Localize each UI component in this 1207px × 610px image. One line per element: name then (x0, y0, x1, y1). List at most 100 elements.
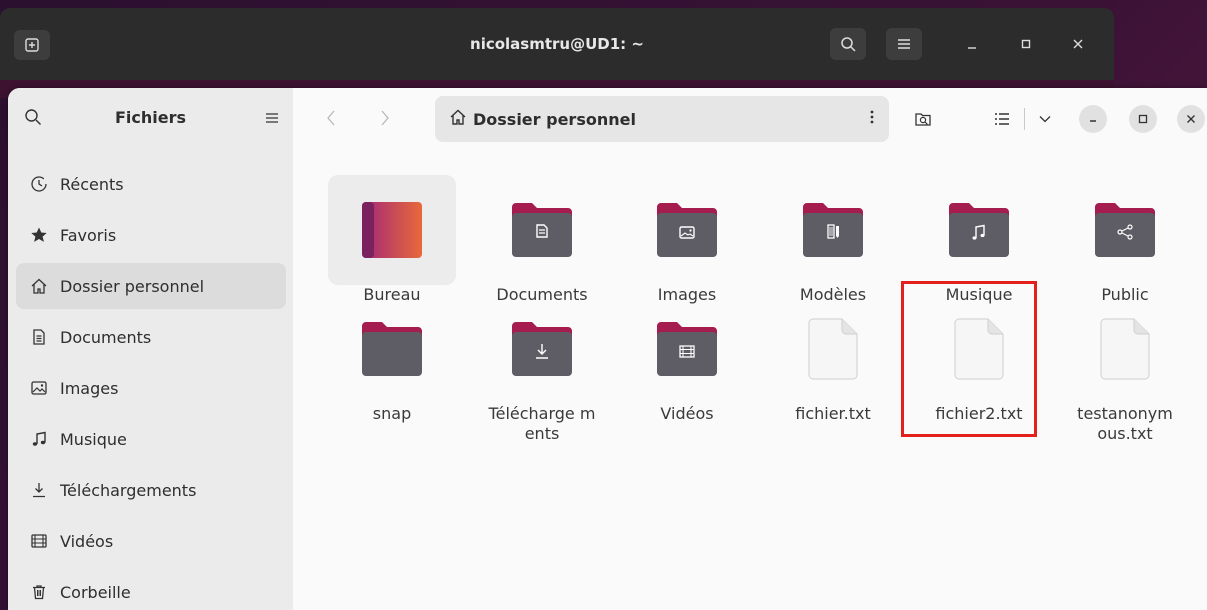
terminal-search-button[interactable] (830, 28, 866, 60)
chevron-down-icon (1039, 116, 1051, 123)
file-item-icon-wrap (478, 175, 606, 285)
star-icon (28, 224, 50, 246)
sidebar-item-musique[interactable]: Musique (16, 416, 286, 462)
home-icon (28, 275, 50, 297)
forward-button[interactable] (373, 106, 397, 130)
hamburger-menu-icon (266, 113, 278, 123)
text-file-icon (808, 318, 858, 380)
file-item-musique[interactable]: Musique (915, 175, 1043, 305)
sidebar-item-favoris[interactable]: Favoris (16, 212, 286, 258)
current-location-label: Dossier personnel (473, 109, 636, 129)
app-title: Fichiers (114, 108, 187, 127)
sidebar-item-documents[interactable]: Documents (16, 314, 286, 360)
terminal-menu-button[interactable] (886, 28, 922, 60)
file-item-icon-wrap (1061, 294, 1189, 404)
file-item-bureau[interactable]: Bureau (328, 175, 456, 305)
sidebar-item-telechargements[interactable]: Téléchargements (16, 467, 286, 513)
back-button[interactable] (319, 106, 343, 130)
close-icon (1073, 39, 1083, 49)
file-item-images[interactable]: Images (623, 175, 751, 305)
minimize-button[interactable] (1079, 105, 1107, 133)
file-item-snap[interactable]: snap (328, 294, 456, 424)
new-tab-icon (25, 38, 39, 52)
file-item-videos[interactable]: Vidéos (623, 294, 751, 424)
file-item-public[interactable]: Public (1061, 175, 1189, 305)
minimize-icon (1090, 120, 1096, 122)
file-item-icon-wrap (769, 175, 897, 285)
sidebar-item-images[interactable]: Images (16, 365, 286, 411)
sidebar-item-label: Récents (60, 174, 124, 194)
sidebar-item-videos[interactable]: Vidéos (16, 518, 286, 564)
file-item-documents[interactable]: Documents (478, 175, 606, 305)
music-folder-icon (949, 203, 1009, 257)
close-icon (1187, 115, 1195, 123)
toolbar-divider (1024, 108, 1025, 130)
desktop-folder-icon (362, 202, 422, 258)
file-item-fichier-txt[interactable]: fichier.txt (769, 294, 897, 424)
sidebar-item-label: Documents (60, 327, 152, 347)
file-item-modeles[interactable]: Modèles (769, 175, 897, 305)
file-item-label: testanonym ous.txt (1077, 404, 1173, 443)
chevron-left-icon (327, 110, 335, 126)
new-tab-button[interactable] (14, 30, 50, 60)
view-options-button[interactable] (1030, 104, 1060, 134)
main-content: Dossier personnel Bureau Documents Image… (293, 88, 1207, 610)
vertical-ellipsis-icon (870, 110, 874, 124)
close-button[interactable] (1177, 105, 1205, 133)
minimize-icon (968, 47, 976, 49)
file-item-label: fichier.txt (795, 404, 871, 423)
sidebar-item-label: Corbeille (60, 582, 131, 602)
search-icon (25, 109, 41, 125)
terminal-close-button[interactable] (1066, 32, 1090, 56)
music-icon (28, 428, 50, 450)
sidebar-menu-button[interactable] (265, 110, 279, 129)
search-icon (841, 37, 856, 52)
file-item-label: snap (372, 404, 412, 423)
images-folder-icon (657, 203, 717, 257)
file-item-label: fichier2.txt (935, 404, 1023, 423)
sidebar-item-label: Favoris (60, 225, 117, 245)
film-icon (28, 530, 50, 552)
view-list-button[interactable] (987, 104, 1017, 134)
file-item-icon-wrap (623, 294, 751, 404)
file-item-telechargements[interactable]: Télécharge ments (478, 294, 606, 444)
maximize-icon (1138, 114, 1148, 124)
sidebar-item-corbeille[interactable]: Corbeille (16, 569, 286, 610)
path-bar[interactable]: Dossier personnel (435, 96, 889, 142)
sidebar-item-recents[interactable]: Récents (16, 161, 286, 207)
headerbar: Dossier personnel (293, 88, 1207, 148)
videos-folder-icon (657, 322, 717, 376)
sidebar-search-button[interactable] (24, 108, 42, 130)
download-icon (28, 479, 50, 501)
file-grid: Bureau Documents Images Modèles Musique … (293, 148, 1207, 610)
file-item-icon-wrap (769, 294, 897, 404)
search-files-button[interactable] (908, 104, 938, 134)
hamburger-menu-icon (898, 39, 910, 49)
sidebar-header: Fichiers (8, 88, 293, 148)
file-item-icon-wrap (915, 294, 1043, 404)
terminal-maximize-button[interactable] (1014, 32, 1038, 56)
list-view-icon (995, 113, 1009, 125)
text-file-icon (1100, 318, 1150, 380)
folder-icon (362, 322, 422, 376)
file-item-fichier2-txt[interactable]: fichier2.txt (915, 294, 1043, 424)
path-options-button[interactable] (869, 108, 875, 130)
sidebar-item-label: Téléchargements (60, 480, 197, 500)
sidebar-item-dossier-personnel[interactable]: Dossier personnel (16, 263, 286, 309)
file-item-icon-wrap (328, 294, 456, 404)
trash-icon (28, 581, 50, 603)
sidebar-item-label: Images (60, 378, 119, 398)
chevron-right-icon (381, 110, 389, 126)
image-icon (28, 377, 50, 399)
file-item-testanonymous-txt[interactable]: testanonym ous.txt (1061, 294, 1189, 444)
clock-icon (28, 173, 50, 195)
file-item-label: Télécharge ments (488, 404, 596, 443)
terminal-window: nicolasmtru@UD1: ~ (0, 8, 1114, 98)
documents-folder-icon (512, 203, 572, 257)
sidebar-item-label: Musique (60, 429, 127, 449)
sidebar-item-label: Dossier personnel (60, 276, 205, 296)
maximize-icon (1021, 39, 1031, 49)
terminal-minimize-button[interactable] (960, 32, 984, 56)
search-folder-icon (915, 113, 931, 126)
maximize-button[interactable] (1129, 105, 1157, 133)
